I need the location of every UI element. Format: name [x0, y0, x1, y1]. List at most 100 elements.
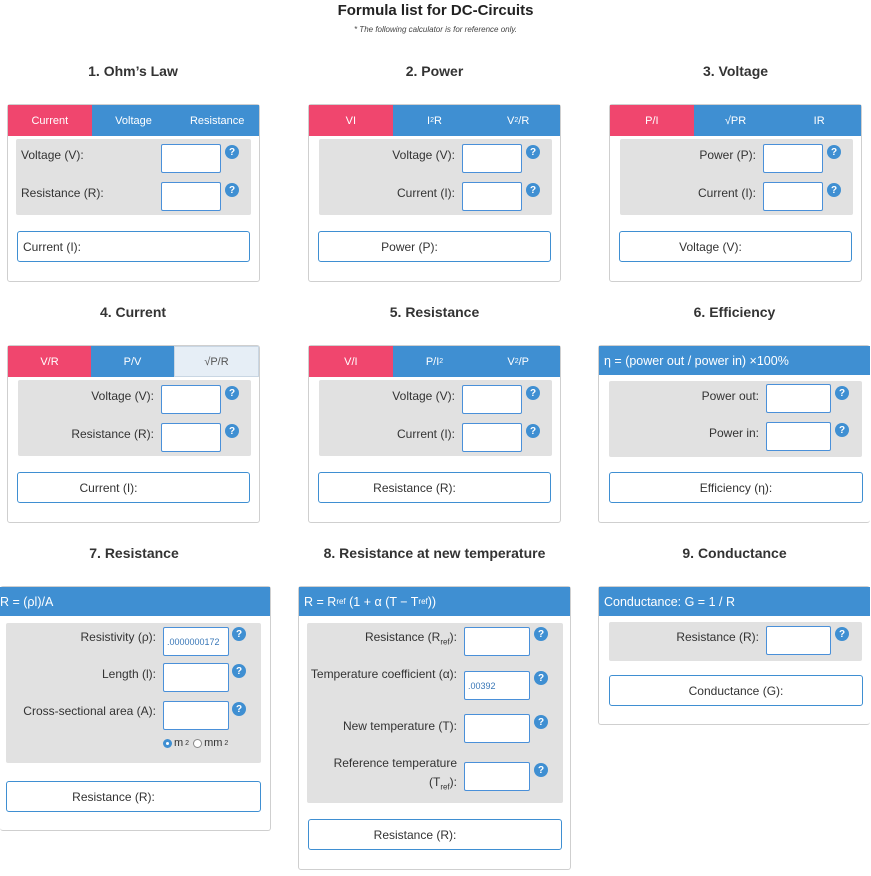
resistivity-input[interactable]: .0000000172 [163, 627, 229, 656]
power-in-label: Power in: [708, 426, 759, 440]
tab-v-over-i[interactable]: V/I [309, 346, 393, 377]
help-icon[interactable]: ? [827, 183, 841, 197]
length-input[interactable] [163, 663, 229, 692]
help-icon[interactable]: ? [526, 183, 540, 197]
help-icon[interactable]: ? [225, 386, 239, 400]
power-result: Power (P): [318, 231, 551, 262]
resistance-input[interactable] [161, 423, 221, 452]
efficiency-result: Efficiency (η): [609, 472, 863, 503]
unit-radio-group: m2 mm 2 [163, 737, 228, 749]
temperature-formula: R = Rref (1 + α (T − Tref)) [299, 587, 570, 616]
voltage-label: Voltage (V): [91, 389, 154, 403]
current-result: Current (I): [17, 472, 250, 503]
voltage-input[interactable] [462, 385, 522, 414]
help-icon[interactable]: ? [526, 145, 540, 159]
voltage-label: Voltage (V): [392, 148, 455, 162]
section-title-resistance: 5. Resistance [389, 304, 480, 320]
voltage-input[interactable] [161, 144, 221, 173]
current-input[interactable] [462, 423, 522, 452]
tab-current[interactable]: Current [8, 105, 92, 136]
new-temperature-input[interactable] [464, 714, 530, 743]
new-temperature-label: New temperature (T): [342, 719, 457, 733]
help-icon[interactable]: ? [232, 664, 246, 678]
voltage-result: Voltage (V): [619, 231, 852, 262]
help-icon[interactable]: ? [225, 145, 239, 159]
section-title-ohms-law: 1. Ohm’s Law [88, 63, 178, 79]
ohms-law-calculator: Current Voltage Resistance Voltage (V): … [7, 104, 260, 282]
tab-v-over-r[interactable]: V/R [8, 346, 91, 377]
unit-m2-radio[interactable] [163, 738, 172, 748]
help-icon[interactable]: ? [225, 183, 239, 197]
tab-ir[interactable]: IR [777, 105, 862, 136]
current-calculator: V/R P/V √P/R Voltage (V): ? Resistance (… [7, 345, 260, 523]
resistance-result: Resistance (R): [318, 472, 551, 503]
voltage-label: Voltage (V): [392, 389, 455, 403]
page-title: Formula list for DC-Circuits [337, 2, 534, 19]
tab-sqrt-p-over-r[interactable]: √P/R [174, 346, 259, 377]
help-icon[interactable]: ? [835, 627, 849, 641]
power-in-input[interactable] [766, 422, 831, 451]
resistance-calculator: V/I P/I 2 V 2/P Voltage (V): ? Current (I)… [308, 345, 561, 523]
resistance-result: Resistance (R): [308, 819, 562, 850]
reference-temperature-input[interactable] [464, 762, 530, 791]
area-input[interactable] [163, 701, 229, 730]
ohms-law-tabs: Current Voltage Resistance [8, 105, 260, 136]
power-label: Power (P): [699, 148, 756, 162]
help-icon[interactable]: ? [232, 627, 246, 641]
temp-coefficient-label: Temperature coefficient (α): [310, 667, 457, 681]
power-out-input[interactable] [766, 384, 831, 413]
current-label: Current (I): [697, 186, 756, 200]
help-icon[interactable]: ? [526, 424, 540, 438]
voltage-input[interactable] [161, 385, 221, 414]
temp-coefficient-input[interactable]: .00392 [464, 671, 530, 700]
tab-vi[interactable]: VI [309, 105, 393, 136]
help-icon[interactable]: ? [534, 671, 548, 685]
tab-i2r[interactable]: I2R [392, 105, 477, 136]
section-title-resistivity: 7. Resistance [89, 545, 179, 561]
conductance-calculator: Conductance: G = 1 / R Resistance (R): ?… [598, 586, 870, 725]
resistance-input[interactable] [161, 182, 221, 211]
resistance-label: Resistance (R): [21, 186, 104, 200]
help-icon[interactable]: ? [225, 424, 239, 438]
voltage-input[interactable] [462, 144, 522, 173]
power-input[interactable] [763, 144, 823, 173]
resistance-ref-label: Resistance (Rref): [364, 630, 457, 647]
page-subtitle: * The following calculator is for refere… [353, 25, 518, 34]
tab-v2-over-r[interactable]: V 2/R [476, 105, 561, 136]
resistance-tabs: V/I P/I 2 V 2/P [309, 346, 561, 377]
power-out-label: Power out: [701, 389, 759, 403]
help-icon[interactable]: ? [526, 386, 540, 400]
tab-p-over-v[interactable]: P/V [91, 346, 174, 377]
help-icon[interactable]: ? [835, 423, 849, 437]
reference-temperature-label: Reference temperature (Tref): [333, 756, 457, 792]
help-icon[interactable]: ? [835, 386, 849, 400]
tab-p-over-i[interactable]: P/I [610, 105, 694, 136]
resistance-label: Resistance (R): [71, 427, 154, 441]
section-title-power: 2. Power [405, 63, 464, 79]
resistance-label: Resistance (R): [676, 630, 759, 644]
help-icon[interactable]: ? [232, 702, 246, 716]
tab-sqrt-pr[interactable]: √PR [693, 105, 778, 136]
conductance-formula: Conductance: G = 1 / R [599, 587, 870, 616]
voltage-calculator: P/I √PR IR Power (P): ? Current (I): ? V… [609, 104, 862, 282]
current-result: Current (I): [17, 231, 250, 262]
section-title-current: 4. Current [99, 304, 167, 320]
help-icon[interactable]: ? [534, 627, 548, 641]
resistance-input[interactable] [766, 626, 831, 655]
tab-resistance[interactable]: Resistance [175, 105, 260, 136]
tab-p-over-i2[interactable]: P/I 2 [392, 346, 477, 377]
current-input[interactable] [763, 182, 823, 211]
resistivity-calculator: R = (ρl)/A Resistivity (ρ): .0000000172 … [0, 586, 271, 831]
section-title-temperature: 8. Resistance at new temperature [323, 545, 546, 561]
unit-mm2-radio[interactable] [193, 738, 203, 748]
current-label: Current (I): [396, 186, 455, 200]
tab-v2-over-p[interactable]: V 2/P [476, 346, 561, 377]
efficiency-formula: η = (power out / power in) ×100% [599, 346, 870, 375]
power-tabs: VI I2R V 2/R [309, 105, 561, 136]
help-icon[interactable]: ? [534, 763, 548, 777]
resistance-ref-input[interactable] [464, 627, 530, 656]
current-input[interactable] [462, 182, 522, 211]
tab-voltage[interactable]: Voltage [91, 105, 176, 136]
help-icon[interactable]: ? [827, 145, 841, 159]
help-icon[interactable]: ? [534, 715, 548, 729]
